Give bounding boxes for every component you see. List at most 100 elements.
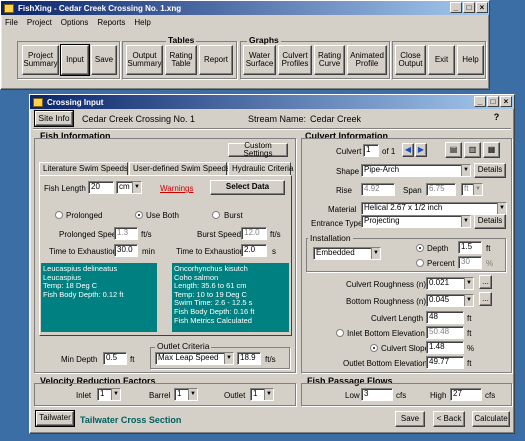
calculate-button[interactable]: Calculate xyxy=(472,411,510,427)
chevron-down-icon: ▼ xyxy=(132,182,141,193)
water-surface-button[interactable]: Water Surface xyxy=(243,45,276,75)
menu-file[interactable]: File xyxy=(5,18,18,27)
menu-project[interactable]: Project xyxy=(27,18,52,27)
inlet-factor-select[interactable]: 1 ▼ xyxy=(97,388,121,401)
low-flow-label: Low xyxy=(345,391,360,400)
inlet-elevation-unit: ft xyxy=(467,329,472,338)
menu-help[interactable]: Help xyxy=(134,18,150,27)
input-button[interactable]: Input xyxy=(60,44,90,76)
minimize-button[interactable]: _ xyxy=(450,2,462,13)
copy-culvert-icon[interactable]: ▥ xyxy=(464,142,481,158)
inlet-elevation-radio[interactable] xyxy=(336,329,344,337)
shape-value: Pipe-Arch xyxy=(364,165,400,174)
bottom-roughness-select[interactable]: 0.045 ▼ xyxy=(426,294,474,307)
depth-radio[interactable] xyxy=(416,244,424,252)
culvert-length-input[interactable]: 48 xyxy=(426,311,464,324)
delete-culvert-icon[interactable]: ▦ xyxy=(483,142,500,158)
inlet-elevation-input[interactable]: 50.48 xyxy=(426,326,464,339)
menu-reports[interactable]: Reports xyxy=(97,18,125,27)
entrance-details-button[interactable]: Details xyxy=(474,214,506,229)
material-label: Material xyxy=(328,205,357,214)
low-flow-input[interactable]: 3 xyxy=(361,388,393,401)
prolonged-radio[interactable] xyxy=(55,211,63,219)
next-culvert-button[interactable]: ▶ xyxy=(415,143,427,157)
save-button[interactable]: Save xyxy=(395,411,425,427)
report-button[interactable]: Report xyxy=(199,45,233,75)
project-summary-button[interactable]: Project Summary xyxy=(22,45,59,75)
dialog-maximize-button[interactable]: □ xyxy=(487,96,499,107)
select-data-button[interactable]: Select Data xyxy=(210,180,285,195)
warnings-link[interactable]: Warnings xyxy=(160,184,194,193)
leap-speed-select[interactable]: Max Leap Speed ▼ xyxy=(155,352,234,365)
chevron-down-icon: ▼ xyxy=(264,389,273,400)
burst-speed-input[interactable]: 12.0 xyxy=(241,227,267,240)
animated-profile-button[interactable]: Animated Profile xyxy=(347,45,387,75)
shape-select[interactable]: Pipe-Arch ▼ xyxy=(361,164,471,177)
crossing-input-window: Crossing Input _ □ × Site Info Cedar Cre… xyxy=(29,94,515,434)
burst-radio[interactable] xyxy=(212,211,220,219)
use-both-radio[interactable] xyxy=(135,211,143,219)
swim-speed-tabs: Literature Swim Speeds User-defined Swim… xyxy=(39,162,293,176)
chevron-down-icon: ▼ xyxy=(464,295,473,306)
tailwater-button[interactable]: Tailwater xyxy=(35,410,75,427)
output-summary-button[interactable]: Output Summary xyxy=(126,45,163,75)
add-culvert-icon[interactable]: ▤ xyxy=(445,142,462,158)
custom-settings-button[interactable]: Custom Settings xyxy=(228,141,288,158)
culvert-count: of 1 xyxy=(382,147,396,156)
outlet-factor-label: Outlet xyxy=(224,391,246,400)
culvert-roughness-more-button[interactable]: ... xyxy=(479,275,492,289)
dimension-unit-select[interactable]: ft ▼ xyxy=(461,183,483,196)
outlet-elevation-input[interactable]: 49.77 xyxy=(426,356,464,369)
back-button[interactable]: < Back xyxy=(433,411,465,427)
barrel-factor-select[interactable]: 1 ▼ xyxy=(174,388,198,401)
tab-user-defined-swim-speeds[interactable]: User-defined Swim Speeds xyxy=(129,162,230,175)
fish-length-input[interactable]: 20 xyxy=(88,181,114,194)
bottom-roughness-more-button[interactable]: ... xyxy=(479,292,492,306)
fish-length-unit: cm xyxy=(119,182,130,191)
help-button[interactable]: Help xyxy=(457,45,484,75)
rise-input[interactable]: 4.92 xyxy=(361,183,395,196)
fish-length-unit-select[interactable]: cm ▼ xyxy=(116,181,142,194)
culvert-roughness-select[interactable]: 0.021 ▼ xyxy=(426,277,474,290)
span-input[interactable]: 6.75 xyxy=(426,183,456,196)
min-depth-input[interactable]: 0.5 xyxy=(103,352,127,365)
outlet-factor-select[interactable]: 1 ▼ xyxy=(250,388,274,401)
material-value: Helical 2.67 x 1/2 inch xyxy=(364,203,443,212)
maximize-button[interactable]: □ xyxy=(463,2,475,13)
menu-bar: File Project Options Reports Help xyxy=(5,18,151,27)
tte-burst-input[interactable]: 2.0 xyxy=(241,244,267,257)
entrance-type-select[interactable]: Projecting ▼ xyxy=(361,215,471,228)
entrance-type-label: Entrance Type xyxy=(311,219,363,228)
culvert-profiles-button[interactable]: Culvert Profiles xyxy=(278,45,312,75)
tab-hydraulic-criteria[interactable]: Hydraulic Criteria xyxy=(228,162,293,175)
burst-speed-label: Burst Speed xyxy=(197,230,242,239)
prev-culvert-button[interactable]: ◀ xyxy=(402,143,414,157)
rating-table-button[interactable]: Rating Table xyxy=(165,45,197,75)
save-toolbar-button[interactable]: Save xyxy=(91,45,117,75)
prolonged-speed-input[interactable]: 1.3 xyxy=(114,227,138,240)
shape-details-button[interactable]: Details xyxy=(474,163,506,178)
rating-curve-button[interactable]: Rating Curve xyxy=(314,45,345,75)
percent-radio[interactable] xyxy=(416,259,424,267)
culvert-number-input[interactable]: 1 xyxy=(363,144,379,157)
high-flow-input[interactable]: 27 xyxy=(450,388,482,401)
installation-value: Embedded xyxy=(316,248,355,257)
tte-prolonged-input[interactable]: 30.0 xyxy=(114,244,138,257)
percent-input[interactable]: 30 xyxy=(458,256,482,269)
site-info-button[interactable]: Site Info xyxy=(34,110,74,127)
close-button[interactable]: × xyxy=(476,2,488,13)
culvert-slope-radio[interactable] xyxy=(370,344,378,352)
high-flow-unit: cfs xyxy=(485,391,496,400)
context-help-icon[interactable]: ? xyxy=(490,112,503,124)
dialog-minimize-button[interactable]: _ xyxy=(474,96,486,107)
dialog-close-button[interactable]: × xyxy=(500,96,512,107)
culvert-slope-input[interactable]: 1.48 xyxy=(426,341,464,354)
close-output-button[interactable]: Close Output xyxy=(395,45,426,75)
depth-input[interactable]: 1.5 xyxy=(458,241,482,254)
exit-button[interactable]: Exit xyxy=(428,45,455,75)
tab-literature-swim-speeds[interactable]: Literature Swim Speeds xyxy=(39,162,128,175)
leap-speed-input[interactable]: 18.9 xyxy=(237,352,261,365)
min-depth-unit: ft xyxy=(130,355,135,364)
installation-select[interactable]: Embedded ▼ xyxy=(313,247,381,260)
menu-options[interactable]: Options xyxy=(61,18,89,27)
